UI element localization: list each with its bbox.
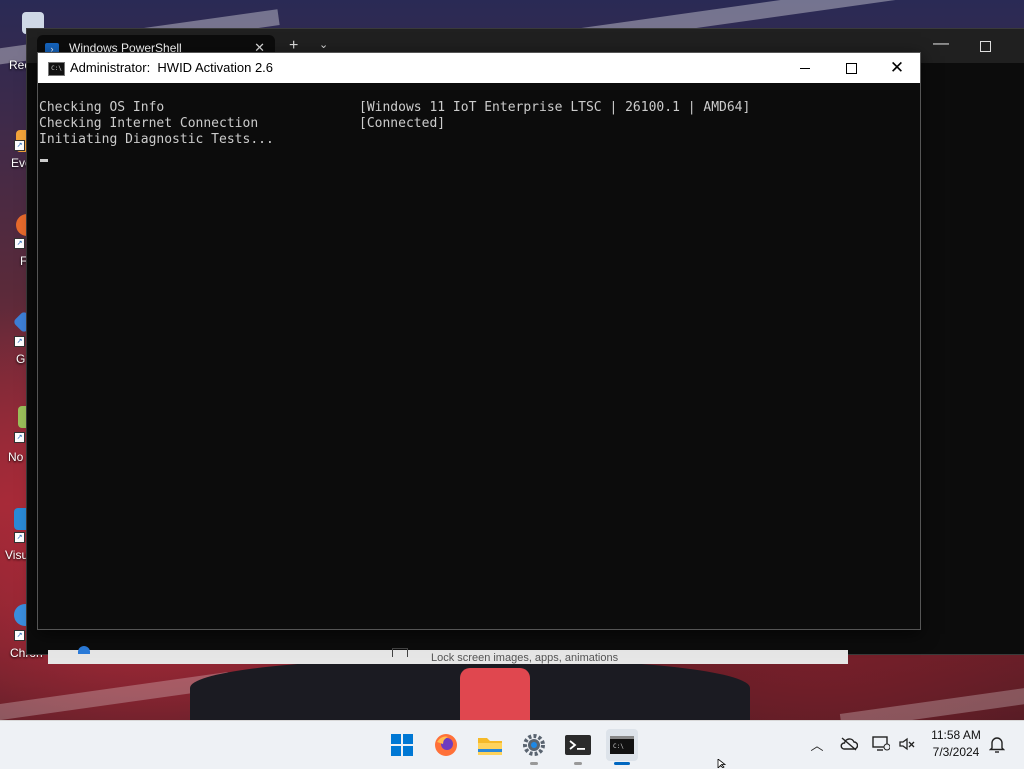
window-title: Administrator: HWID Activation 2.6 (70, 60, 274, 75)
network-tray-button[interactable] (870, 733, 892, 755)
clock-time[interactable]: 11:58 AM (922, 728, 990, 742)
onedrive-tray-button[interactable] (838, 733, 860, 755)
bell-icon (989, 737, 1005, 753)
volume-tray-button[interactable] (896, 733, 918, 755)
console-value: [Connected] (359, 116, 446, 131)
close-button[interactable]: ✕ (874, 53, 920, 83)
terminal-icon (565, 735, 591, 755)
svg-text:C:\: C:\ (613, 743, 624, 750)
hwid-activation-console[interactable]: C:\ Administrator: HWID Activation 2.6 ✕… (37, 52, 921, 630)
firefox-icon (435, 734, 457, 756)
taskbar-terminal[interactable] (562, 729, 594, 765)
clock-date[interactable]: 7/3/2024 (922, 745, 990, 759)
windows-logo-icon (391, 734, 413, 756)
command-prompt-icon: C:\ (48, 62, 65, 76)
mouse-pointer-icon (717, 759, 727, 768)
minimize-icon (800, 67, 810, 69)
console-titlebar[interactable]: C:\ Administrator: HWID Activation 2.6 ✕ (38, 53, 920, 83)
running-indicator (574, 762, 582, 765)
wallpaper-tie (460, 668, 530, 720)
shortcut-arrow-icon: ↗ (14, 238, 25, 249)
active-indicator (614, 762, 630, 765)
taskbar-file-explorer[interactable] (474, 729, 506, 761)
chevron-up-icon: ︿ (810, 737, 824, 753)
shortcut-arrow-icon: ↗ (14, 140, 25, 151)
minimize-button[interactable] (782, 53, 828, 83)
desktop-icon-label[interactable]: G (16, 352, 25, 366)
maximize-icon[interactable] (980, 41, 991, 52)
show-hidden-icons-button[interactable]: ︿ (806, 733, 828, 755)
gear-icon (523, 734, 545, 756)
shortcut-arrow-icon: ↗ (14, 532, 25, 543)
console-line: Initiating Diagnostic Tests... (39, 132, 274, 147)
console-value: [Windows 11 IoT Enterprise LTSC | 26100.… (359, 100, 751, 115)
close-icon: ✕ (889, 57, 905, 78)
taskbar-firefox[interactable] (430, 729, 462, 761)
maximize-icon (845, 62, 857, 74)
console-line: Checking OS Info (39, 100, 165, 115)
volume-muted-icon (899, 737, 915, 751)
folder-icon (478, 738, 502, 755)
shortcut-arrow-icon: ↗ (14, 432, 25, 443)
taskbar-settings[interactable] (518, 729, 550, 765)
command-prompt-icon: C:\ (610, 736, 634, 754)
cloud-offline-icon (840, 737, 858, 751)
shortcut-arrow-icon: ↗ (14, 336, 25, 347)
console-line: Checking Internet Connection (39, 116, 259, 131)
settings-strip-icon (392, 648, 408, 657)
tab-dropdown-button[interactable]: ⌄ (319, 38, 328, 51)
taskbar: C:\ ︿ (0, 720, 1024, 769)
desktop-icon-label[interactable]: No (8, 450, 23, 464)
maximize-button[interactable] (828, 53, 874, 83)
settings-strip-text: Lock screen images, apps, animations (431, 652, 619, 664)
text-cursor (40, 159, 48, 162)
minimize-icon[interactable]: — (933, 35, 949, 53)
network-icon (872, 736, 890, 751)
settings-strip-icon (78, 646, 90, 654)
desktop-icon-label[interactable]: Visu (5, 548, 28, 562)
shortcut-arrow-icon: ↗ (14, 630, 25, 641)
start-button[interactable] (386, 729, 418, 761)
taskbar-command-prompt[interactable]: C:\ (606, 729, 638, 765)
console-output[interactable]: Checking OS Info [Windows 11 IoT Enterpr… (38, 83, 920, 629)
running-indicator (530, 762, 538, 765)
